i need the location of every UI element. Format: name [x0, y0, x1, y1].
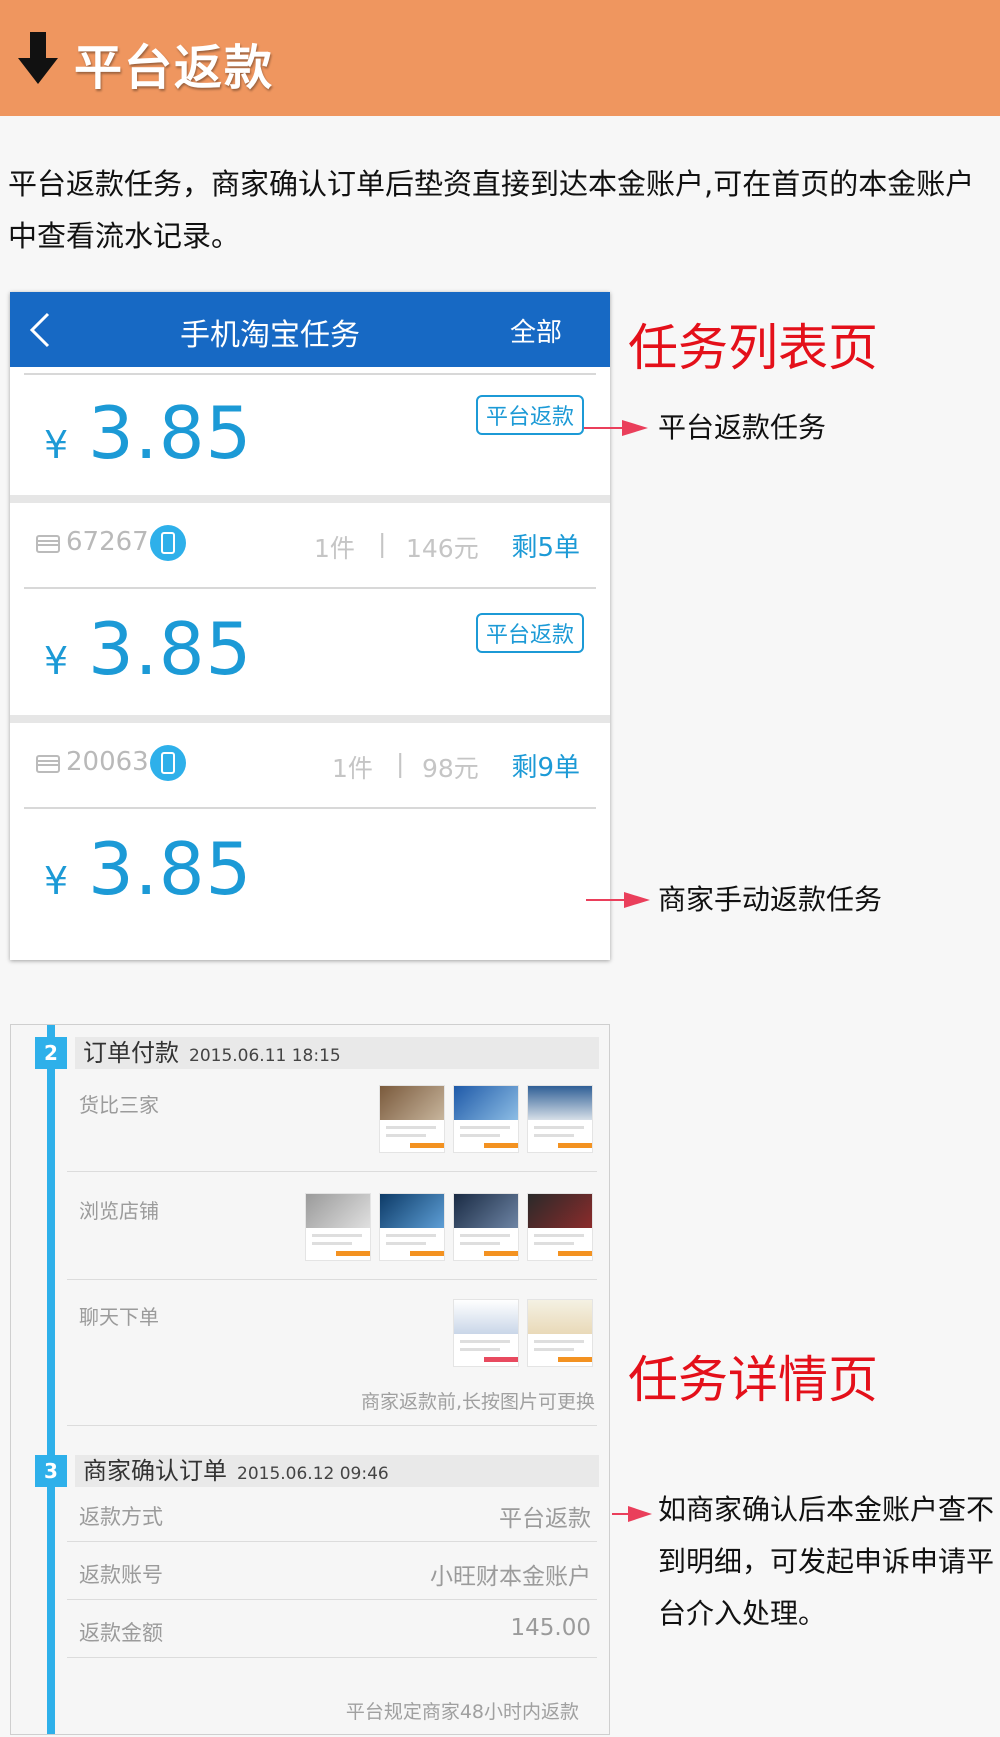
step-badge: 2	[35, 1037, 67, 1069]
task-amount: 3.85	[88, 607, 253, 691]
divider	[10, 495, 610, 503]
mobile-icon	[150, 525, 186, 561]
task-card[interactable]: ¥ 3.85 平台返款	[10, 367, 610, 495]
item-price: 98元	[422, 754, 479, 783]
screenshot-thumbnail[interactable]	[379, 1193, 445, 1261]
item-count: 1件	[332, 754, 373, 783]
refund-amount-label: 返款金额	[79, 1621, 163, 1645]
screenshot-thumbnail[interactable]	[453, 1193, 519, 1261]
row-label: 货比三家	[79, 1093, 159, 1117]
row-label: 浏览店铺	[79, 1199, 159, 1223]
appeal-note: 如商家确认后本金账户查不到明细，可发起申诉申请平台介入处理。	[658, 1493, 995, 1630]
step-header: 商家确认订单 2015.06.12 09:46	[75, 1455, 599, 1487]
remaining-orders: 剩5单	[511, 533, 580, 563]
item-count: 1件	[314, 534, 355, 563]
step-badge: 3	[35, 1455, 67, 1487]
intro-text: 平台返款任务，商家确认订单后垫资直接到达本金账户,可在首页的本金账户中查看流水记…	[8, 167, 975, 253]
screenshot-thumbnail[interactable]	[453, 1299, 519, 1367]
step-title: 商家确认订单	[83, 1457, 227, 1485]
screenshot-thumbnail[interactable]	[453, 1085, 519, 1153]
remaining-orders: 剩9单	[511, 753, 580, 783]
screenshot-thumbnail[interactable]	[379, 1085, 445, 1153]
divider	[67, 1599, 597, 1600]
step-time: 2015.06.12 09:46	[237, 1464, 389, 1484]
timeline-line	[47, 1025, 55, 1734]
shop-icon	[36, 535, 60, 553]
divider	[24, 807, 596, 809]
separator: |	[378, 529, 387, 558]
detail-page-label: 任务详情页	[628, 1351, 878, 1409]
divider	[67, 1425, 597, 1426]
shop-id: 67267	[66, 527, 149, 557]
nav-bar: 手机淘宝任务 全部	[10, 292, 610, 367]
platform-task-label: 平台返款任务	[658, 411, 827, 444]
row-label: 聊天下单	[79, 1305, 159, 1329]
task-info-row: 20063 1件 | 98元 剩9单	[10, 723, 610, 807]
filter-all-button[interactable]: 全部	[510, 312, 562, 349]
refund-account-value: 小旺财本金账户	[430, 1564, 591, 1590]
screenshot-thumbnail[interactable]	[527, 1299, 593, 1367]
task-amount: 3.85	[88, 391, 253, 475]
refund-amount-value: 145.00	[510, 1615, 591, 1641]
divider	[67, 1657, 597, 1658]
replace-image-hint: 商家返款前,长按图片可更换	[360, 1391, 595, 1413]
divider	[67, 1541, 597, 1542]
task-card[interactable]: ¥ 3.85	[10, 807, 610, 937]
currency-symbol: ¥	[44, 859, 69, 903]
pointer-arrow-icon	[586, 892, 650, 908]
pointer-arrow-icon	[584, 420, 648, 436]
screenshot-thumbnail[interactable]	[527, 1085, 593, 1153]
section-banner: 平台返款	[0, 0, 1000, 116]
shop-icon	[36, 755, 60, 773]
task-info-row: 67267 1件 | 146元 剩5单	[10, 503, 610, 587]
divider	[67, 1171, 597, 1172]
separator: |	[396, 749, 405, 778]
pointer-arrow-icon	[612, 1506, 652, 1522]
banner-title: 平台返款	[74, 40, 275, 96]
divider	[24, 587, 596, 589]
task-amount: 3.85	[88, 827, 253, 911]
platform-refund-tag: 平台返款	[475, 395, 584, 435]
step-time: 2015.06.11 18:15	[189, 1046, 341, 1066]
mobile-icon	[150, 745, 186, 781]
platform-refund-tag: 平台返款	[475, 613, 584, 653]
refund-account-label: 返款账号	[79, 1563, 163, 1587]
task-detail-screenshot: 2 订单付款 2015.06.11 18:15 货比三家 浏览店铺 聊天下单 商…	[10, 1024, 610, 1735]
divider	[10, 715, 610, 723]
screenshot-thumbnail[interactable]	[305, 1193, 371, 1261]
item-price: 146元	[406, 534, 479, 563]
currency-symbol: ¥	[44, 639, 69, 683]
step-header: 订单付款 2015.06.11 18:15	[75, 1037, 599, 1069]
task-list-screenshot: 手机淘宝任务 全部 ¥ 3.85 平台返款 67267 1件 | 146元 剩5…	[10, 292, 610, 960]
refund-method-label: 返款方式	[79, 1505, 163, 1529]
refund-rule-note: 平台规定商家48小时内返款	[345, 1701, 579, 1723]
nav-title: 手机淘宝任务	[180, 318, 360, 353]
refund-method-value: 平台返款	[499, 1506, 591, 1532]
screenshot-thumbnail[interactable]	[527, 1193, 593, 1261]
merchant-task-label: 商家手动返款任务	[658, 883, 883, 916]
task-card[interactable]: ¥ 3.85 平台返款	[10, 587, 610, 715]
down-arrow-icon	[18, 32, 58, 84]
currency-symbol: ¥	[44, 423, 69, 467]
divider	[67, 1279, 597, 1280]
step-title: 订单付款	[83, 1039, 179, 1067]
list-page-label: 任务列表页	[628, 319, 878, 377]
divider	[24, 373, 596, 375]
shop-id: 20063	[66, 747, 149, 777]
